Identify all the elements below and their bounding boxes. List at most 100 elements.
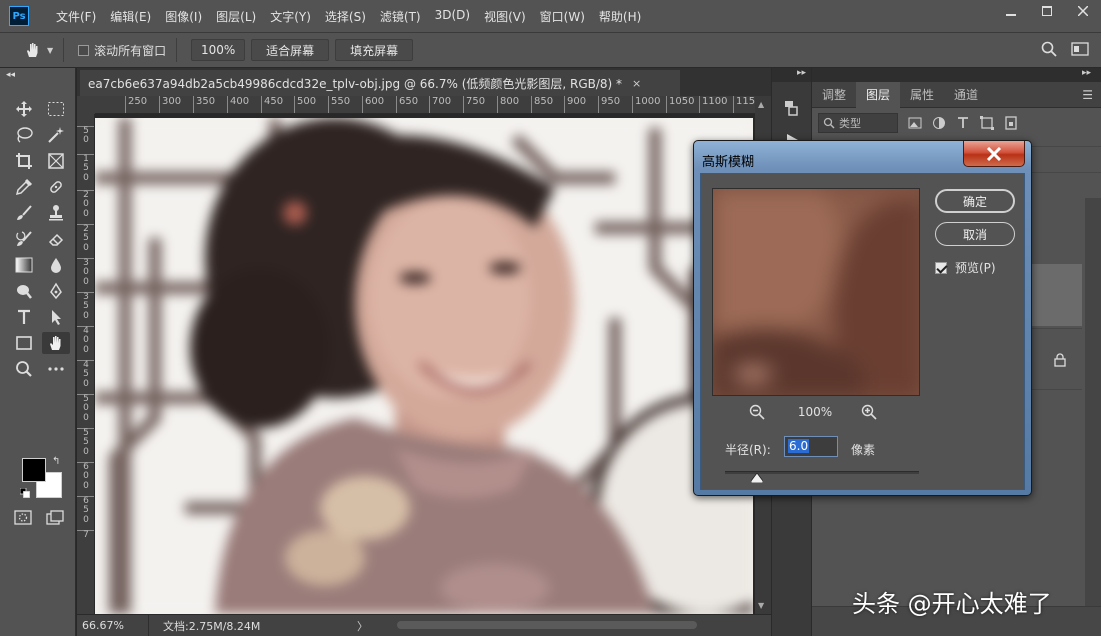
quick-mask-icon[interactable] [14, 510, 32, 526]
image-filter-icon[interactable] [908, 116, 922, 130]
menu-select[interactable]: 选择(S) [318, 8, 373, 25]
menu-edit[interactable]: 编辑(E) [103, 8, 158, 25]
scroll-all-windows-checkbox[interactable]: 滚动所有窗口 [78, 42, 166, 59]
checkbox-box[interactable] [78, 44, 90, 56]
close-window-button[interactable] [1065, 0, 1101, 22]
dodge-tool[interactable] [10, 280, 38, 302]
ok-button[interactable]: 确定 [935, 189, 1015, 213]
search-icon[interactable] [1041, 41, 1057, 57]
screen-mode-icon[interactable] [46, 510, 64, 526]
zoom-level-field[interactable]: 66.67% [77, 614, 149, 636]
dialog-titlebar[interactable]: 高斯模糊 [694, 141, 1031, 173]
collapse-icon[interactable]: ▸▸ [772, 68, 811, 82]
swap-colors-icon[interactable]: ↰ [52, 456, 60, 467]
default-colors-icon[interactable] [20, 488, 30, 498]
blurred-portrait-image [95, 118, 753, 614]
ruler-tick: 0 [83, 403, 89, 413]
tab-layers[interactable]: 图层 [856, 81, 901, 108]
foreground-color-swatch[interactable] [22, 458, 46, 482]
move-tool[interactable] [10, 98, 38, 120]
tool-preset-picker[interactable] [22, 39, 44, 61]
type-tool[interactable] [10, 306, 38, 328]
brush-tool[interactable] [10, 202, 38, 224]
tab-channels[interactable]: 通道 [944, 82, 988, 108]
panel-scrollbar[interactable] [1085, 198, 1101, 618]
collapse-icon[interactable]: ◂◂ [6, 70, 15, 80]
shape-filter-icon[interactable] [980, 116, 994, 130]
zoom-percent-button[interactable]: 100% [191, 39, 246, 61]
spot-healing-tool[interactable] [42, 176, 70, 198]
menu-file[interactable]: 文件(F) [49, 8, 103, 25]
tab-adjustments[interactable]: 调整 [812, 82, 856, 108]
horizontal-scrollbar-thumb[interactable] [397, 621, 697, 629]
more-tools[interactable] [42, 358, 70, 380]
clone-stamp-tool[interactable] [42, 202, 70, 224]
close-tab-icon[interactable]: × [632, 77, 641, 90]
path-selection-tool[interactable] [42, 306, 70, 328]
blur-tool[interactable] [42, 254, 70, 276]
marquee-tool[interactable] [42, 98, 70, 120]
document-image[interactable] [95, 118, 753, 614]
ruler-tick: 5 [83, 163, 89, 173]
document-tab[interactable]: ea7cb6e637a94db2a5cb49986cdcd32e_tplv-ob… [80, 70, 680, 96]
radius-input[interactable]: 6.0 [784, 436, 838, 457]
eraser-tool[interactable] [42, 228, 70, 250]
preview-checkbox[interactable]: 预览(P) [935, 259, 996, 276]
history-brush-tool[interactable] [10, 228, 38, 250]
dodge-icon [17, 285, 32, 299]
magic-wand-tool[interactable] [42, 124, 70, 146]
panel-menu-icon[interactable]: ☰ [1082, 88, 1093, 102]
minimize-button[interactable] [993, 0, 1029, 22]
menu-window[interactable]: 窗口(W) [533, 8, 592, 25]
cancel-button[interactable]: 取消 [935, 222, 1015, 246]
zoom-out-icon[interactable] [749, 404, 765, 420]
radius-slider-thumb[interactable] [751, 473, 763, 483]
rectangle-tool[interactable] [10, 332, 38, 354]
maximize-button[interactable] [1029, 0, 1065, 22]
zoom-tool[interactable] [10, 358, 38, 380]
layer-kind-filter[interactable]: 类型 [818, 113, 898, 133]
chevron-down-icon[interactable]: ▼ [47, 46, 53, 55]
status-menu-arrow[interactable]: 〉 [357, 618, 368, 634]
eraser-icon [48, 233, 64, 246]
expand-icon[interactable]: ▸▸ [812, 68, 1101, 82]
crop-tool[interactable] [10, 150, 38, 172]
horizontal-ruler[interactable]: 250 300 350 400 450 500 550 600 650 700 … [95, 96, 755, 114]
menu-3d[interactable]: 3D(D) [428, 8, 477, 25]
vertical-ruler[interactable]: 5 0 1 5 0 2 0 0 2 5 0 3 0 0 3 5 0 4 0 0 … [77, 114, 95, 614]
pen-tool[interactable] [42, 280, 70, 302]
checkbox-checked[interactable] [935, 261, 947, 274]
tab-properties[interactable]: 属性 [900, 82, 944, 108]
fill-screen-button[interactable]: 填充屏幕 [335, 39, 414, 61]
history-panel-button[interactable] [780, 96, 804, 120]
smart-object-filter-icon[interactable] [1004, 116, 1018, 130]
eyedropper-tool[interactable] [10, 176, 38, 198]
type-filter-icon[interactable] [956, 116, 970, 130]
workspace-icon[interactable] [1071, 41, 1089, 57]
droplet-icon [51, 258, 61, 273]
ruler-origin[interactable] [77, 96, 95, 114]
dialog-close-button[interactable] [963, 141, 1025, 167]
maximize-icon [1042, 6, 1052, 16]
scroll-up-icon[interactable]: ▲ [758, 100, 764, 109]
frame-icon [48, 153, 64, 169]
menu-type[interactable]: 文字(Y) [263, 8, 318, 25]
scroll-down-icon[interactable]: ▼ [758, 601, 764, 610]
frame-tool[interactable] [42, 150, 70, 172]
ruler-tick: 0 [83, 345, 89, 355]
menu-view[interactable]: 视图(V) [477, 8, 533, 25]
blur-preview[interactable] [712, 188, 920, 396]
gradient-tool[interactable] [10, 254, 38, 276]
lasso-tool[interactable] [10, 124, 38, 146]
ruler-tick: 5 [83, 233, 89, 243]
menu-layer[interactable]: 图层(L) [209, 8, 263, 25]
hand-tool[interactable] [42, 332, 70, 354]
zoom-in-icon[interactable] [861, 404, 877, 420]
adjustment-filter-icon[interactable] [932, 116, 946, 130]
canvas-area[interactable] [95, 114, 755, 614]
ruler-tick: 5 [83, 369, 89, 379]
menu-filter[interactable]: 滤镜(T) [373, 8, 428, 25]
menu-image[interactable]: 图像(I) [158, 8, 209, 25]
fit-screen-button[interactable]: 适合屏幕 [251, 39, 330, 61]
menu-help[interactable]: 帮助(H) [592, 8, 648, 25]
